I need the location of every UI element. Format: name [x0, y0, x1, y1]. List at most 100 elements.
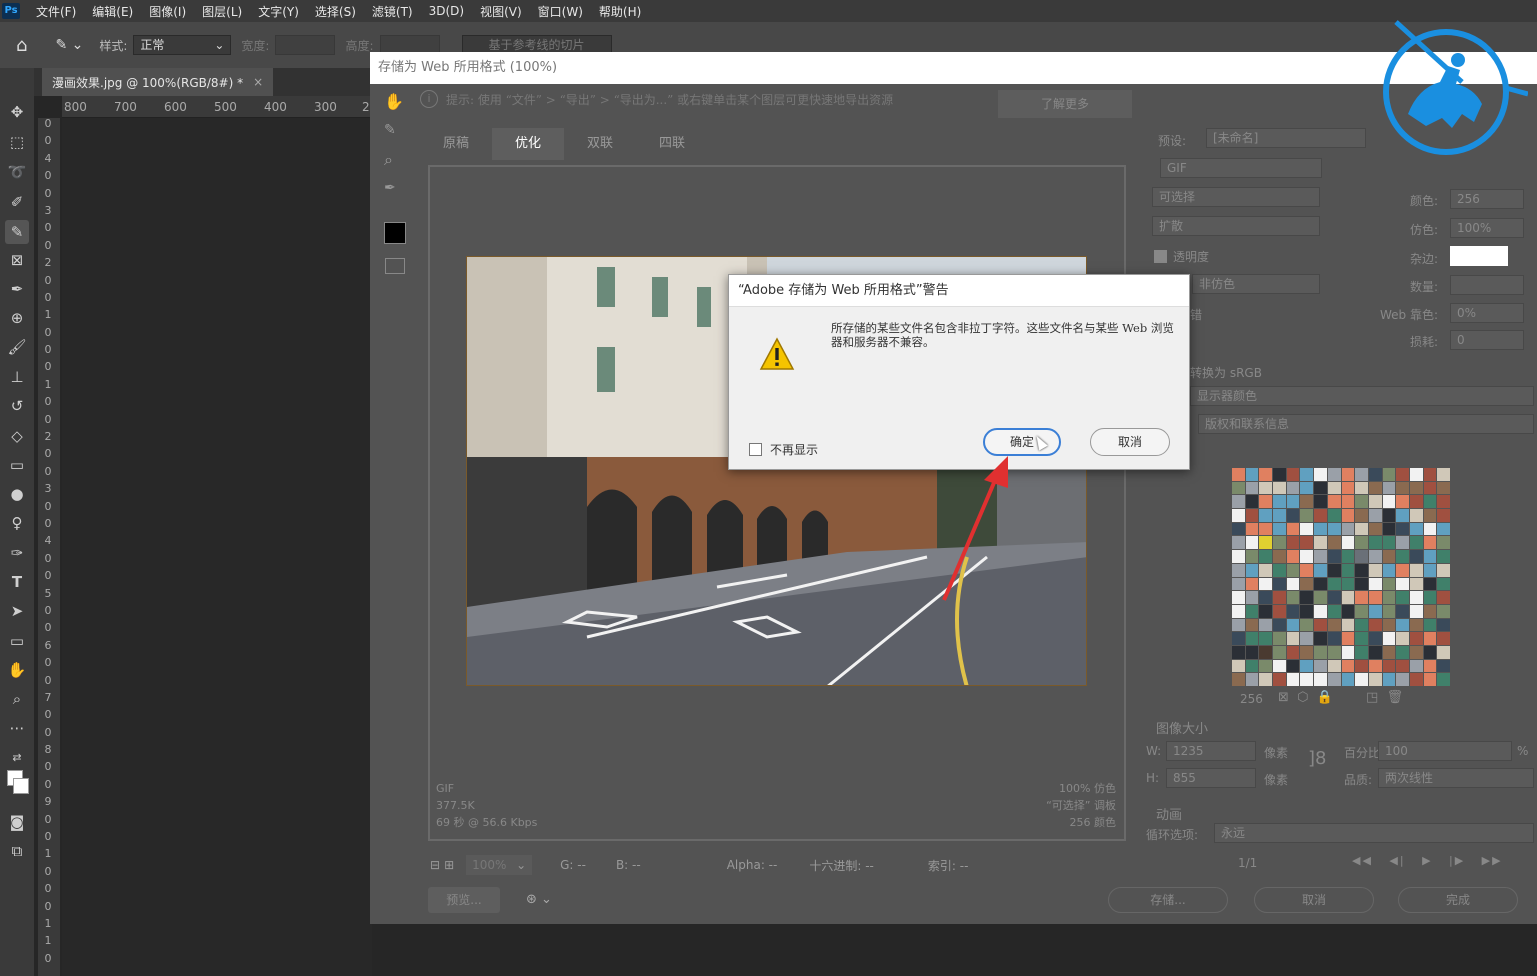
color-swatch[interactable]	[1300, 632, 1314, 645]
color-swatch[interactable]	[1409, 522, 1423, 536]
color-swatch[interactable]	[1437, 495, 1450, 509]
color-swatch[interactable]	[1327, 618, 1341, 632]
color-swatch[interactable]	[1341, 645, 1355, 659]
alert-cancel-button[interactable]: 取消	[1090, 428, 1170, 456]
color-swatch[interactable]	[1245, 468, 1259, 481]
color-swatch[interactable]	[1273, 673, 1286, 686]
color-swatch[interactable]	[1368, 563, 1382, 577]
color-swatch[interactable]	[1341, 604, 1355, 618]
color-swatch[interactable]	[1245, 522, 1259, 536]
color-swatch[interactable]	[1273, 659, 1286, 673]
color-swatch[interactable]	[1341, 618, 1355, 632]
color-swatch[interactable]	[1314, 536, 1327, 550]
color-swatch[interactable]	[1437, 632, 1450, 645]
color-swatch[interactable]	[1286, 632, 1300, 645]
zoom-select[interactable]: 100% ⌄	[466, 855, 533, 875]
color-swatch[interactable]	[1259, 550, 1273, 563]
color-swatch[interactable]	[1232, 481, 1245, 495]
color-swatch[interactable]	[1232, 522, 1245, 536]
color-swatch[interactable]	[1286, 522, 1300, 536]
gradient-tool-icon[interactable]: ▭	[5, 453, 29, 477]
color-swatch[interactable]	[1314, 522, 1327, 536]
color-swatch[interactable]	[1341, 495, 1355, 509]
menu-file[interactable]: 文件(F)	[28, 3, 84, 20]
frame-tool-icon[interactable]: ⊠	[5, 248, 29, 272]
color-swatch[interactable]	[1368, 659, 1382, 673]
color-swatch[interactable]	[1341, 673, 1355, 686]
more-tools-icon[interactable]: ⋯	[5, 716, 29, 740]
color-swatch[interactable]	[1409, 632, 1423, 645]
color-swatch[interactable]	[1437, 481, 1450, 495]
color-swatch[interactable]	[1409, 577, 1423, 591]
quick-select-tool-icon[interactable]: ✐	[5, 190, 29, 214]
color-swatch[interactable]	[1368, 522, 1382, 536]
color-swatch[interactable]	[1396, 536, 1409, 550]
color-swatch[interactable]	[1259, 591, 1273, 604]
lasso-tool-icon[interactable]: ➰	[5, 160, 29, 184]
menu-view[interactable]: 视图(V)	[472, 3, 530, 20]
eraser-tool-icon[interactable]: ◇	[5, 424, 29, 448]
color-swatch[interactable]	[1355, 495, 1368, 509]
tab-2-up[interactable]: 双联	[564, 128, 636, 160]
amount-input[interactable]	[1450, 275, 1524, 295]
color-swatch[interactable]	[1273, 495, 1286, 509]
reduction-select[interactable]: 可选择	[1152, 187, 1320, 207]
color-swatch[interactable]	[1409, 550, 1423, 563]
eyedropper-tool-icon[interactable]: ✒	[5, 277, 29, 301]
color-swatch[interactable]	[1300, 468, 1314, 481]
color-swatch[interactable]	[1314, 645, 1327, 659]
dodge-tool-icon[interactable]: ♀	[5, 511, 29, 535]
color-swatch[interactable]	[1423, 659, 1437, 673]
color-swatch[interactable]	[1286, 618, 1300, 632]
color-swatch[interactable]	[1368, 509, 1382, 522]
color-swatch[interactable]	[1245, 673, 1259, 686]
color-swatch[interactable]	[1396, 495, 1409, 509]
metadata-select[interactable]: 版权和联系信息	[1198, 414, 1534, 434]
preview-button[interactable]: 预览...	[428, 887, 500, 913]
color-swatch[interactable]	[1245, 536, 1259, 550]
color-swatch[interactable]	[1300, 563, 1314, 577]
matte-dither-select[interactable]: 非仿色	[1192, 274, 1320, 294]
color-swatch[interactable]	[1327, 577, 1341, 591]
color-swatch[interactable]	[1300, 536, 1314, 550]
close-icon[interactable]: ×	[253, 75, 263, 89]
color-swatch[interactable]	[1368, 550, 1382, 563]
learn-more-button[interactable]: 了解更多	[998, 90, 1132, 118]
width-input[interactable]: 1235	[1166, 741, 1256, 761]
color-swatch[interactable]	[1327, 632, 1341, 645]
color-swatch[interactable]	[1232, 509, 1245, 522]
format-select[interactable]: GIF	[1160, 158, 1322, 178]
color-swatch[interactable]	[1423, 509, 1437, 522]
zoom-out-icon[interactable]: ⊟	[430, 858, 440, 872]
color-swatch[interactable]	[1355, 632, 1368, 645]
color-swatch[interactable]	[1273, 645, 1286, 659]
color-swatch[interactable]	[1341, 468, 1355, 481]
color-swatch[interactable]	[1314, 659, 1327, 673]
color-swatch[interactable]	[1437, 591, 1450, 604]
color-swatch[interactable]	[1314, 604, 1327, 618]
color-swatch[interactable]	[1259, 536, 1273, 550]
color-swatch[interactable]	[1341, 481, 1355, 495]
color-swatch[interactable]	[1341, 509, 1355, 522]
color-swatch[interactable]	[1300, 550, 1314, 563]
color-swatch[interactable]	[1355, 618, 1368, 632]
color-swatch[interactable]	[1286, 659, 1300, 673]
color-swatch[interactable]	[1327, 604, 1341, 618]
stamp-tool-icon[interactable]: ⊥	[5, 365, 29, 389]
color-swatch[interactable]	[1300, 481, 1314, 495]
color-swatch[interactable]	[1437, 522, 1450, 536]
color-swatch[interactable]	[1382, 577, 1396, 591]
color-swatch[interactable]	[1273, 632, 1286, 645]
color-swatch[interactable]	[1286, 536, 1300, 550]
color-swatch[interactable]	[1273, 591, 1286, 604]
color-swatch[interactable]	[1423, 591, 1437, 604]
marquee-tool-icon[interactable]: ⬚	[5, 130, 29, 154]
color-swatch[interactable]	[1382, 563, 1396, 577]
color-swatch[interactable]	[1396, 550, 1409, 563]
color-swatch[interactable]	[1327, 481, 1341, 495]
websnap-input[interactable]: 0%	[1450, 303, 1524, 323]
color-swatch[interactable]	[1355, 591, 1368, 604]
color-swatch[interactable]	[1368, 604, 1382, 618]
menu-3d[interactable]: 3D(D)	[421, 4, 472, 18]
preset-select[interactable]: [未命名]	[1206, 128, 1366, 148]
